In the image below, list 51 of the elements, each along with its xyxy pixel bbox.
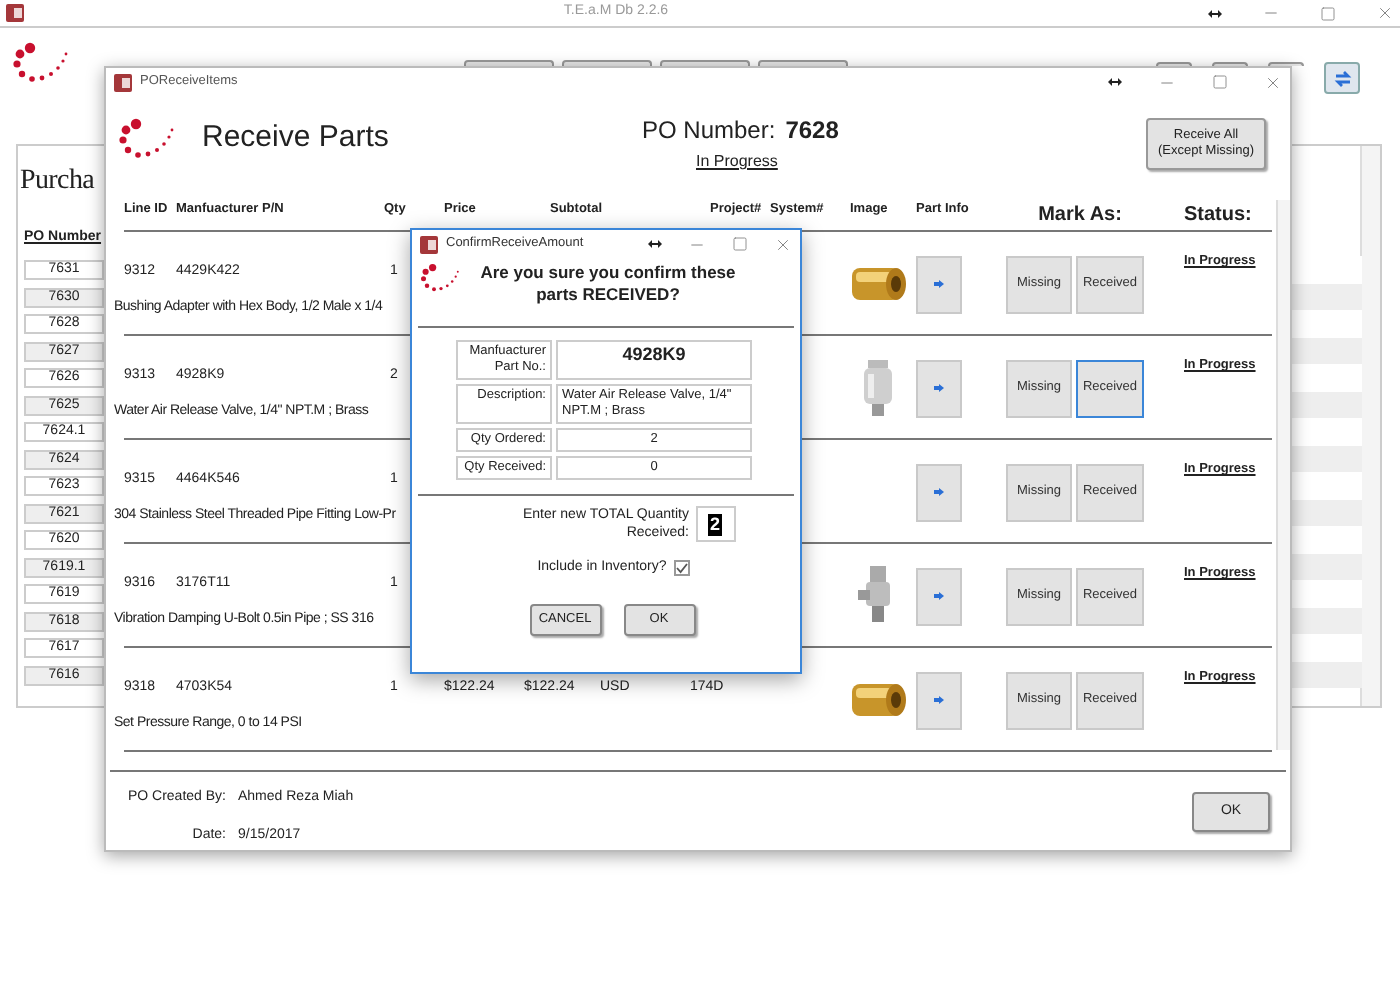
list-row <box>1290 661 1362 688</box>
list-row <box>1290 391 1362 418</box>
resize-icon[interactable] <box>1207 9 1222 17</box>
list-row <box>1290 283 1362 310</box>
resize-icon[interactable] <box>1108 78 1122 86</box>
arrow-icon <box>934 280 944 288</box>
app-icon <box>420 235 438 253</box>
scrollbar[interactable] <box>1360 146 1380 706</box>
scrollbar[interactable] <box>1276 200 1290 750</box>
list-row <box>1290 337 1362 364</box>
column-header: Mark As: <box>1036 202 1124 230</box>
confirm-question: Are you sure you confirm these parts RECEIVED? <box>478 262 738 306</box>
field-value: 4928K9 <box>556 340 752 380</box>
app-icon <box>114 73 132 91</box>
part-info-button[interactable] <box>916 671 962 729</box>
resize-icon[interactable] <box>648 240 662 248</box>
refresh-icon <box>1333 69 1351 87</box>
close-icon[interactable] <box>1264 73 1282 91</box>
part-info-button[interactable] <box>916 463 962 521</box>
po-number: 7628 <box>785 114 839 148</box>
refresh-button[interactable] <box>1324 62 1360 94</box>
list-row <box>1290 445 1362 472</box>
quantity-field[interactable]: 2 <box>695 506 735 542</box>
part-info-button[interactable] <box>916 567 962 625</box>
arrow-icon <box>934 488 944 496</box>
list-row <box>1290 607 1362 634</box>
panel-title: Purcha <box>20 164 95 200</box>
arrow-icon <box>934 384 944 392</box>
form-heading: Receive Parts <box>202 118 389 158</box>
toolbar-button[interactable] <box>660 60 750 66</box>
po-number-label: PO Number: <box>642 114 776 148</box>
part-info-button[interactable] <box>916 255 962 313</box>
toolbar-button[interactable] <box>758 60 848 66</box>
status-link[interactable]: In Progress <box>696 150 778 174</box>
maximize-icon[interactable] <box>1319 5 1336 21</box>
part-info-button[interactable] <box>916 359 962 417</box>
maximize-icon[interactable] <box>732 236 748 252</box>
close-icon[interactable] <box>774 235 792 253</box>
arrow-icon <box>934 696 944 704</box>
list-row <box>1290 499 1362 526</box>
logo-icon <box>118 116 178 161</box>
list-row <box>1290 553 1362 580</box>
logo-icon <box>12 40 72 84</box>
close-icon[interactable] <box>1375 4 1394 22</box>
maximize-icon[interactable] <box>1212 74 1228 90</box>
include-checkbox[interactable] <box>674 560 691 577</box>
toolbar-button[interactable] <box>562 60 652 66</box>
logo-icon <box>420 262 462 293</box>
arrow-icon <box>934 592 944 600</box>
column-header: Status: <box>1182 202 1254 230</box>
toolbar-button[interactable] <box>464 60 554 66</box>
